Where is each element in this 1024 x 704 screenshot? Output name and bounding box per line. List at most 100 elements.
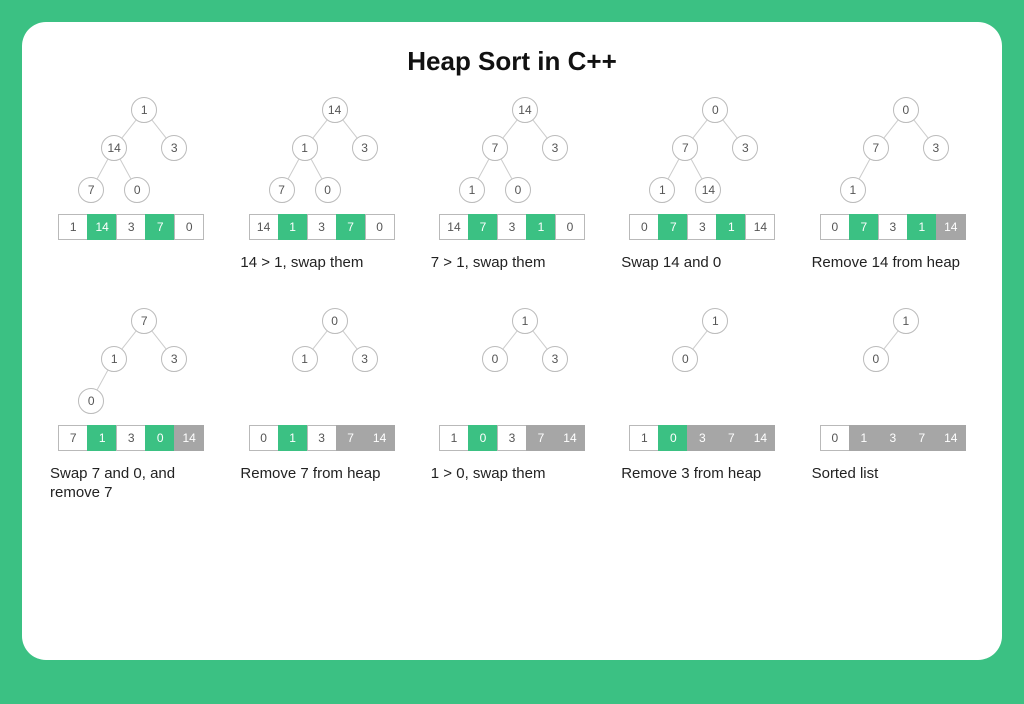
- tree-node: 0: [315, 177, 341, 203]
- heap-tree: 103: [427, 296, 597, 421]
- tree-node: 0: [322, 308, 348, 334]
- array-cell: 3: [116, 214, 146, 240]
- array-cell: 1: [278, 425, 308, 451]
- array-cell: 1: [278, 214, 308, 240]
- step-caption: Swap 7 and 0, and remove 7: [42, 465, 212, 503]
- array-cell: 0: [365, 214, 395, 240]
- array-cell: 3: [116, 425, 146, 451]
- array-cell: 1: [907, 214, 937, 240]
- step-7: 1031037141 > 0, swap them: [423, 296, 601, 503]
- step-2: 1473101473107 > 1, swap them: [423, 85, 601, 276]
- steps-grid: 11437011437014137014137014 > 1, swap the…: [42, 85, 982, 503]
- array-cell: 0: [820, 425, 850, 451]
- tree-node: 1: [512, 308, 538, 334]
- array-cell: 1: [629, 425, 659, 451]
- array-cell: 1: [58, 214, 88, 240]
- heap-tree: 10: [808, 296, 978, 421]
- array-cell: 14: [745, 214, 775, 240]
- array-cell: 7: [468, 214, 498, 240]
- array-cell: 14: [365, 425, 395, 451]
- array-cell: 3: [687, 425, 717, 451]
- tree-node: 1: [101, 346, 127, 372]
- tree-node: 7: [863, 135, 889, 161]
- tree-node: 0: [124, 177, 150, 203]
- array-row: 141370: [249, 214, 395, 240]
- array-cell: 14: [555, 425, 585, 451]
- array-cell: 14: [936, 425, 966, 451]
- array-cell: 3: [497, 425, 527, 451]
- array-cell: 7: [336, 214, 366, 240]
- heap-tree: 013: [237, 296, 407, 421]
- step-caption: Sorted list: [804, 465, 879, 487]
- array-cell: 0: [555, 214, 585, 240]
- tree-node: 0: [78, 388, 104, 414]
- step-caption: Remove 14 from heap: [804, 254, 960, 276]
- tree-node: 0: [863, 346, 889, 372]
- step-6: 013013714Remove 7 from heap: [232, 296, 410, 503]
- tree-node: 3: [161, 346, 187, 372]
- array-cell: 1: [87, 425, 117, 451]
- tree-node: 1: [292, 346, 318, 372]
- array-cell: 1: [849, 425, 879, 451]
- tree-node: 0: [893, 97, 919, 123]
- heap-tree: 147310: [427, 85, 597, 210]
- tree-node: 14: [512, 97, 538, 123]
- step-8: 10103714Remove 3 from heap: [613, 296, 791, 503]
- tree-node: 7: [78, 177, 104, 203]
- tree-node: 7: [482, 135, 508, 161]
- step-caption: 7 > 1, swap them: [423, 254, 546, 276]
- step-caption: [42, 254, 50, 276]
- heap-tree: 073114: [617, 85, 787, 210]
- array-cell: 7: [526, 425, 556, 451]
- array-cell: 0: [629, 214, 659, 240]
- page-title: Heap Sort in C++: [42, 46, 982, 77]
- array-cell: 0: [658, 425, 688, 451]
- array-cell: 14: [87, 214, 117, 240]
- array-cell: 14: [249, 214, 279, 240]
- array-cell: 14: [439, 214, 469, 240]
- array-cell: 3: [497, 214, 527, 240]
- array-row: 073114: [820, 214, 966, 240]
- tree-node: 1: [459, 177, 485, 203]
- tree-node: 1: [292, 135, 318, 161]
- step-4: 0731073114Remove 14 from heap: [804, 85, 982, 276]
- array-row: 103714: [629, 425, 775, 451]
- heap-tree: 114370: [46, 85, 216, 210]
- heap-tree: 0731: [808, 85, 978, 210]
- tree-node: 7: [269, 177, 295, 203]
- array-cell: 7: [336, 425, 366, 451]
- heap-tree: 7130: [46, 296, 216, 421]
- step-0: 114370114370: [42, 85, 220, 276]
- array-cell: 14: [936, 214, 966, 240]
- array-cell: 14: [745, 425, 775, 451]
- array-row: 103714: [439, 425, 585, 451]
- tree-node: 1: [840, 177, 866, 203]
- heap-tree: 141370: [237, 85, 407, 210]
- tree-node: 1: [893, 308, 919, 334]
- heap-tree: 10: [617, 296, 787, 421]
- array-cell: 0: [820, 214, 850, 240]
- step-caption: Remove 3 from heap: [613, 465, 761, 487]
- step-1: 14137014137014 > 1, swap them: [232, 85, 410, 276]
- array-cell: 1: [716, 214, 746, 240]
- array-row: 114370: [58, 214, 204, 240]
- step-3: 073114073114Swap 14 and 0: [613, 85, 791, 276]
- tree-node: 3: [542, 346, 568, 372]
- step-caption: 1 > 0, swap them: [423, 465, 546, 487]
- array-cell: 7: [907, 425, 937, 451]
- array-cell: 0: [249, 425, 279, 451]
- array-cell: 0: [174, 214, 204, 240]
- array-cell: 0: [145, 425, 175, 451]
- array-cell: 3: [307, 425, 337, 451]
- array-cell: 3: [687, 214, 717, 240]
- tree-node: 3: [542, 135, 568, 161]
- array-row: 713014: [58, 425, 204, 451]
- array-cell: 1: [439, 425, 469, 451]
- tree-node: 3: [352, 135, 378, 161]
- array-cell: 3: [878, 214, 908, 240]
- array-cell: 1: [526, 214, 556, 240]
- tree-node: 3: [161, 135, 187, 161]
- array-cell: 3: [878, 425, 908, 451]
- array-row: 073114: [629, 214, 775, 240]
- tree-node: 1: [131, 97, 157, 123]
